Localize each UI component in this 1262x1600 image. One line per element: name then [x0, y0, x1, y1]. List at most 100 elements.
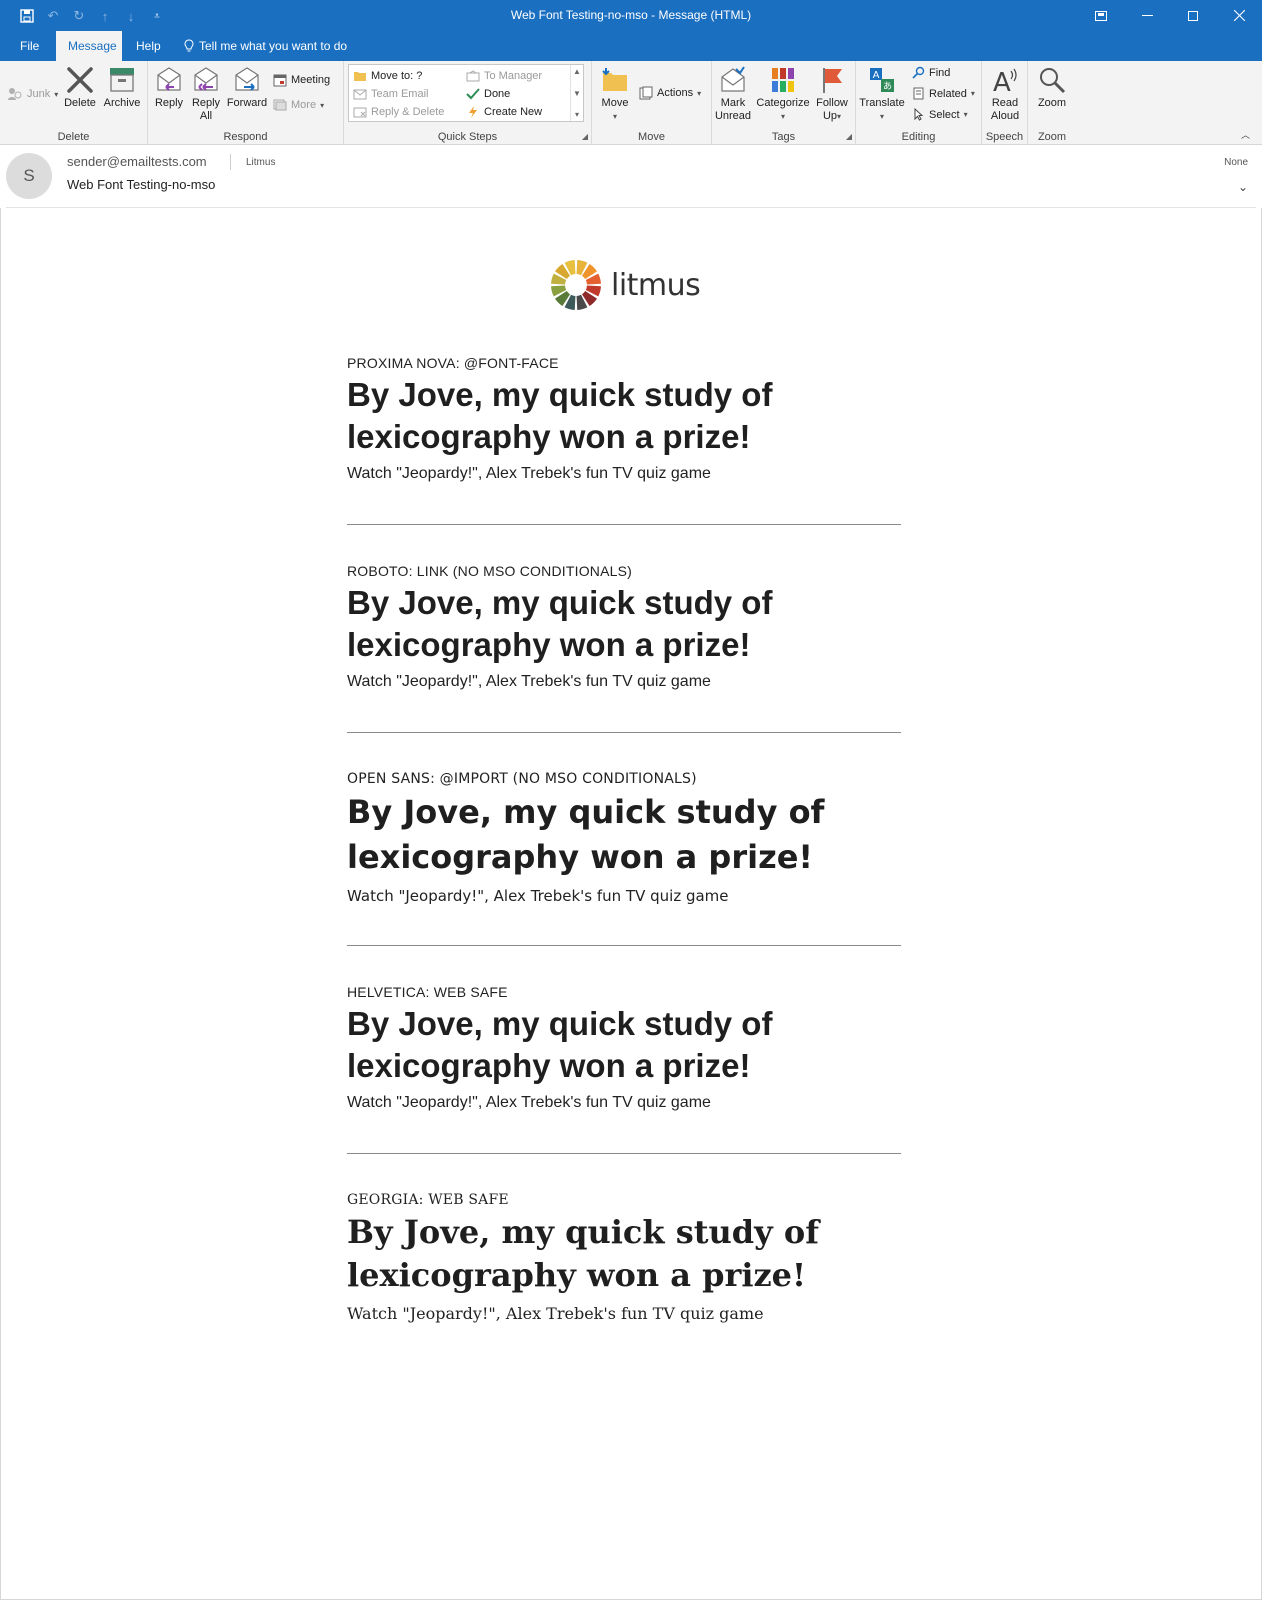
- font-section-proxima-nova: PROXIMA NOVA: @FONT-FACE By Jove, my qui…: [347, 355, 901, 483]
- quickstep-to-manager[interactable]: To Manager: [466, 70, 542, 82]
- mark-unread-button[interactable]: Mark Unread: [714, 65, 752, 123]
- flag-icon: [823, 68, 842, 93]
- lightning-icon: [469, 106, 477, 118]
- categorize-icon: [772, 68, 794, 92]
- section-headline: By Jove, my quick study of lexicography …: [347, 1005, 773, 1084]
- archive-icon: [110, 68, 134, 92]
- tell-me-label: Tell me what you want to do: [199, 39, 348, 53]
- recipient[interactable]: Litmus: [246, 157, 275, 168]
- move-group-label: Move: [638, 131, 665, 143]
- title-bar: ↶ ↻ ↑ ↓ ⩡ Web Font Testing-no-mso - Mess…: [0, 0, 1262, 31]
- reply-all-button[interactable]: Reply All: [188, 65, 224, 123]
- tags-launcher-icon[interactable]: ◢: [846, 132, 852, 141]
- ribbon-display-options-icon[interactable]: [1078, 0, 1124, 31]
- gallery-expand-icon[interactable]: ▾: [575, 110, 579, 119]
- logo-text: litmus: [611, 267, 701, 303]
- message-subject: Web Font Testing-no-mso: [67, 177, 216, 192]
- section-divider: [347, 732, 901, 733]
- actions-button[interactable]: Actions ▾: [639, 86, 701, 100]
- svg-text:A: A: [993, 68, 1011, 95]
- related-button[interactable]: Related ▾: [912, 87, 975, 100]
- reply-icon: [157, 67, 181, 91]
- tab-help[interactable]: Help: [124, 31, 173, 61]
- section-label: OPEN SANS: @IMPORT (NO MSO CONDITIONALS): [347, 771, 697, 787]
- section-divider: [347, 1153, 901, 1154]
- section-headline: By Jove, my quick study of lexicography …: [347, 584, 773, 663]
- ribbon: Junk ▾ Delete Archive Delete Reply Reply …: [0, 61, 1262, 145]
- close-icon[interactable]: [1216, 0, 1262, 31]
- move-button[interactable]: Move ▾: [597, 65, 633, 123]
- section-label: GEORGIA: WEB SAFE: [347, 1192, 509, 1208]
- maximize-icon[interactable]: [1170, 0, 1216, 31]
- header-divider: [230, 154, 231, 170]
- lightbulb-icon: [184, 39, 194, 52]
- section-label: ROBOTO: LINK (NO MSO CONDITIONALS): [347, 563, 633, 579]
- quick-steps-group: Move to: ? Team Email Reply & Delete To …: [344, 61, 592, 145]
- quickstep-move-to[interactable]: Move to: ?: [353, 70, 422, 82]
- move-group: Move ▾ Actions ▾ Move: [592, 61, 712, 145]
- message-header: S sender@emailtests.com Litmus Web Font …: [6, 146, 1256, 208]
- reply-all-icon: [194, 67, 218, 91]
- tell-me-search[interactable]: Tell me what you want to do: [172, 31, 359, 61]
- tags-group-label: Tags: [771, 131, 796, 143]
- quickstep-team-email[interactable]: Team Email: [353, 88, 428, 100]
- avatar[interactable]: S: [6, 153, 52, 199]
- team-email-icon: [353, 89, 367, 100]
- read-aloud-icon: A: [993, 68, 1017, 95]
- mark-unread-icon: [721, 66, 745, 92]
- find-button[interactable]: Find: [912, 66, 950, 79]
- junk-button[interactable]: Junk ▾: [7, 87, 58, 101]
- quick-steps-gallery: Move to: ? Team Email Reply & Delete To …: [348, 64, 584, 122]
- forward-button[interactable]: Forward: [225, 65, 269, 110]
- tab-message[interactable]: Message: [56, 31, 122, 61]
- forward-icon: [235, 67, 259, 91]
- checkmark-icon: [466, 88, 480, 100]
- retention-policy: None: [1224, 157, 1248, 168]
- more-respond-button[interactable]: More ▾: [273, 99, 324, 111]
- font-section-helvetica: HELVETICA: WEB SAFE By Jove, my quick st…: [347, 984, 901, 1112]
- read-aloud-button[interactable]: A Read Aloud: [985, 65, 1025, 123]
- quick-steps-scroller[interactable]: ▲ ▼ ▾: [570, 65, 583, 121]
- minimize-icon[interactable]: [1124, 0, 1170, 31]
- editing-group: Aあ Translate ▾ Find Related ▾ Select ▾ Edit…: [856, 61, 982, 145]
- select-button[interactable]: Select ▾: [912, 108, 968, 121]
- quick-steps-group-label: Quick Steps: [437, 131, 498, 143]
- section-subtext: Watch "Jeopardy!", Alex Trebek's fun TV …: [347, 465, 711, 482]
- svg-text:A: A: [873, 70, 880, 81]
- quickstep-create-new[interactable]: Create New: [466, 106, 542, 118]
- translate-button[interactable]: Aあ Translate ▾: [859, 65, 905, 123]
- section-label: HELVETICA: WEB SAFE: [347, 984, 508, 1000]
- speech-group: A Read Aloud Speech: [982, 61, 1028, 145]
- zoom-group-label: Zoom: [1037, 131, 1067, 143]
- move-folder-icon: [602, 68, 627, 91]
- speech-group-label: Speech: [985, 131, 1024, 143]
- more-icon: [273, 99, 287, 111]
- quickstep-done[interactable]: Done: [466, 88, 510, 100]
- reply-delete-icon: [353, 107, 367, 118]
- cursor-icon: [914, 108, 924, 121]
- archive-button[interactable]: Archive: [101, 65, 143, 110]
- delete-icon: [67, 67, 93, 93]
- junk-icon: [8, 88, 22, 100]
- categorize-button[interactable]: Categorize ▾: [756, 65, 810, 123]
- collapse-ribbon-icon[interactable]: ︿: [1241, 128, 1250, 141]
- delete-button[interactable]: Delete: [62, 65, 98, 110]
- litmus-logo: litmus: [549, 258, 701, 312]
- follow-up-button[interactable]: Follow Up▾: [812, 65, 852, 123]
- scroll-up-icon[interactable]: ▲: [573, 67, 581, 76]
- scroll-down-icon[interactable]: ▼: [573, 89, 581, 98]
- reply-button[interactable]: Reply: [151, 65, 187, 110]
- expand-header-icon[interactable]: ⌄: [1238, 180, 1248, 194]
- actions-icon: [639, 86, 653, 100]
- sender-address[interactable]: sender@emailtests.com: [67, 154, 207, 169]
- svg-text:あ: あ: [883, 81, 892, 92]
- font-section-roboto: ROBOTO: LINK (NO MSO CONDITIONALS) By Jo…: [347, 563, 901, 691]
- meeting-button[interactable]: Meeting: [273, 73, 330, 87]
- quick-steps-launcher-icon[interactable]: ◢: [582, 132, 588, 141]
- quickstep-reply-delete[interactable]: Reply & Delete: [353, 106, 444, 118]
- tab-file[interactable]: File: [8, 31, 51, 61]
- font-section-open-sans: OPEN SANS: @IMPORT (NO MSO CONDITIONALS)…: [347, 771, 901, 905]
- ribbon-tab-bar: File Message Help Tell me what you want …: [0, 31, 1262, 61]
- zoom-button[interactable]: Zoom: [1032, 65, 1072, 110]
- section-divider: [347, 524, 901, 525]
